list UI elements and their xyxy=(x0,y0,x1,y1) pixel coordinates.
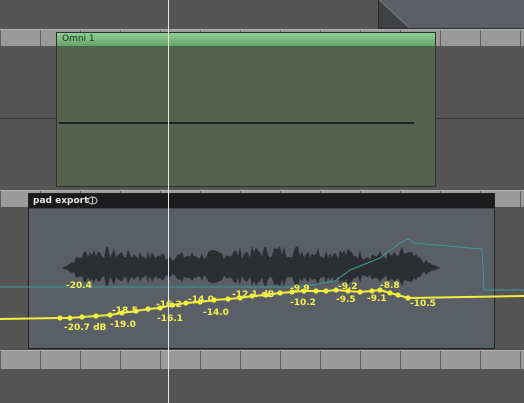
automation-value-label: -9.1 xyxy=(367,294,387,304)
automation-value-label: -20.7 dB xyxy=(64,323,107,333)
automation-node[interactable] xyxy=(79,314,85,320)
automation-node[interactable] xyxy=(395,292,401,298)
automation-value-label: -19.0 xyxy=(110,320,136,330)
automation-value-label: -8.8 xyxy=(380,281,400,291)
automation-value-label: -10.2 xyxy=(290,298,316,308)
automation-labels: -20.4 -20.7 dB -18.5 -19.0 -16.2 -16.1 -… xyxy=(64,281,436,333)
automation-node[interactable] xyxy=(323,288,329,294)
automation-value-label: -9.9 xyxy=(290,284,310,294)
automation-value-label: -9.2 xyxy=(338,282,358,292)
automation-node[interactable] xyxy=(357,289,363,295)
automation-node[interactable] xyxy=(369,288,375,294)
playhead[interactable] xyxy=(168,0,169,403)
automation-node[interactable] xyxy=(225,296,231,302)
automation-node[interactable] xyxy=(387,290,393,296)
automation-value-label: -20.4 xyxy=(66,281,92,291)
automation-value-label: -14.0 xyxy=(203,308,229,318)
automation-value-label: -18.5 xyxy=(112,306,138,316)
automation-overlay: -20.4 -20.7 dB -18.5 -19.0 -16.2 -16.1 -… xyxy=(0,238,524,333)
automation-node[interactable] xyxy=(145,306,151,312)
automation-value-label: -14.0 xyxy=(188,295,214,305)
automation-value-label: -10.5 xyxy=(410,299,436,309)
automation-value-label: -16.1 xyxy=(157,314,183,324)
automation-node[interactable] xyxy=(57,315,63,321)
automation-node[interactable] xyxy=(313,288,319,294)
automation-node[interactable] xyxy=(277,290,283,296)
automation-value-label: -9.5 xyxy=(336,295,356,305)
automation-value-label: -12.1 dB xyxy=(232,290,275,300)
automation-node[interactable] xyxy=(93,313,99,319)
automation-node[interactable] xyxy=(67,315,73,321)
